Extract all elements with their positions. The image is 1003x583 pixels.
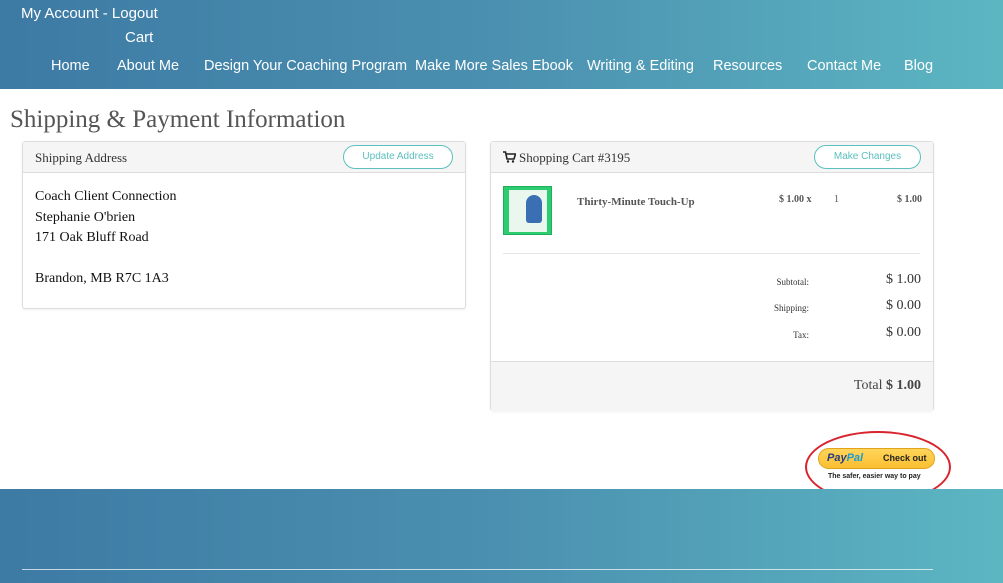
cart-item-quantity: 1: [834, 194, 839, 205]
shipping-panel-header: Shipping Address Update Address: [23, 142, 465, 173]
paypal-tagline: The safer, easier way to pay: [828, 473, 921, 480]
shopping-cart-icon: [503, 151, 516, 163]
cart-item-total: $ 1.00: [897, 194, 922, 205]
account-separator: -: [98, 5, 112, 22]
shipping-address: Coach Client Connection Stephanie O'brie…: [35, 187, 177, 290]
cart-heading-text: Shopping Cart #3195: [519, 150, 631, 165]
nav-contact-me[interactable]: Contact Me: [807, 58, 881, 74]
footer-divider: [22, 569, 933, 570]
nav-design-coaching-program[interactable]: Design Your Coaching Program: [204, 58, 407, 74]
subtotal-label: Subtotal:: [776, 277, 809, 287]
cart-divider: [503, 253, 920, 254]
address-line-blank: [35, 249, 177, 270]
tax-value: $ 0.00: [886, 325, 921, 340]
shipping-address-panel: Shipping Address Update Address Coach Cl…: [22, 141, 466, 309]
cart-heading: Shopping Cart #3195: [503, 150, 630, 166]
logout-link[interactable]: Logout: [112, 5, 158, 22]
total-label: Total: [853, 378, 883, 393]
make-changes-button[interactable]: Make Changes: [814, 145, 921, 169]
paypal-checkout-button[interactable]: PayPal Check out: [818, 448, 935, 469]
product-thumbnail: [503, 186, 552, 235]
paypal-logo: PayPal: [827, 452, 863, 464]
address-line-name: Stephanie O'brien: [35, 209, 136, 225]
paypal-checkout-label: Check out: [883, 453, 927, 463]
nav-about-me[interactable]: About Me: [117, 58, 179, 74]
page-title: Shipping & Payment Information: [10, 106, 346, 133]
cart-total: Total $ 1.00: [854, 378, 921, 394]
main-nav: Home About Me Design Your Coaching Progr…: [0, 58, 1003, 78]
nav-make-more-sales-ebook[interactable]: Make More Sales Ebook: [415, 58, 573, 74]
nav-resources[interactable]: Resources: [713, 58, 782, 74]
paypal-logo-pay: Pay: [827, 452, 847, 464]
nav-home[interactable]: Home: [51, 58, 90, 74]
product-thumbnail-photo: [526, 195, 542, 223]
cart-item-price: $ 1.00 x: [779, 194, 812, 205]
nav-blog[interactable]: Blog: [904, 58, 933, 74]
address-line-city: Brandon, MB R7C 1A3: [35, 271, 169, 286]
site-footer: [0, 489, 1003, 583]
paypal-logo-pal: Pal: [846, 452, 864, 464]
shipping-label: Shipping:: [773, 303, 809, 313]
tax-label: Tax:: [793, 330, 809, 340]
cart-link[interactable]: Cart: [125, 29, 153, 46]
address-line-street: 171 Oak Bluff Road: [35, 230, 149, 245]
account-links: My Account - Logout: [21, 5, 158, 22]
my-account-link[interactable]: My Account: [21, 5, 99, 22]
update-address-button[interactable]: Update Address: [343, 145, 453, 169]
site-header: My Account - Logout Cart Home About Me D…: [0, 0, 1003, 89]
cart-item-name: Thirty-Minute Touch-Up: [577, 196, 695, 208]
total-value: $ 1.00: [886, 378, 921, 393]
subtotal-value: $ 1.00: [886, 272, 921, 287]
cart-panel-header: Shopping Cart #3195 Make Changes: [491, 142, 933, 173]
shopping-cart-panel: Shopping Cart #3195 Make Changes Thirty-…: [490, 141, 934, 411]
shipping-value: $ 0.00: [886, 298, 921, 313]
cart-total-bar: Total $ 1.00: [491, 361, 933, 411]
shipping-heading: Shipping Address: [35, 150, 128, 165]
address-line-company: Coach Client Connection: [35, 189, 177, 204]
nav-writing-editing[interactable]: Writing & Editing: [587, 58, 694, 74]
